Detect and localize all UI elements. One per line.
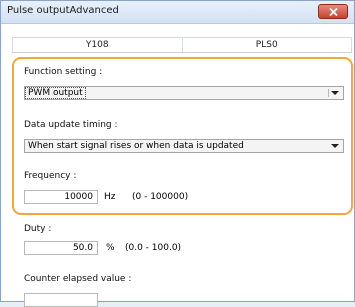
data-update-timing-label: Data update timing :	[24, 120, 118, 130]
title-bar[interactable]: Pulse outputAdvanced	[1, 1, 354, 24]
duty-input[interactable]: 50.0	[24, 241, 98, 255]
tab-pls0[interactable]: PLS0	[182, 37, 352, 52]
tab-y108[interactable]: Y108	[12, 37, 183, 52]
function-setting-label: Function setting :	[24, 67, 103, 77]
duty-unit: %	[106, 243, 115, 253]
close-button[interactable]	[318, 4, 348, 19]
counter-elapsed-label: Counter elapsed value :	[24, 274, 132, 284]
frequency-range: (0 - 100000)	[132, 192, 189, 202]
frequency-unit: Hz	[104, 192, 116, 202]
dialog-window: Pulse outputAdvanced Y108 PLS0 Function …	[0, 0, 355, 307]
function-setting-value: PWM output	[25, 87, 86, 99]
duty-range: (0.0 - 100.0)	[125, 243, 182, 253]
frequency-input[interactable]: 10000	[24, 190, 98, 204]
frequency-label: Frequency :	[24, 171, 77, 181]
function-setting-dropdown[interactable]: PWM output	[24, 86, 344, 100]
tab-strip: Y108 PLS0	[12, 37, 352, 53]
close-icon	[329, 8, 338, 16]
data-update-timing-dropdown[interactable]: When start signal rises or when data is …	[24, 139, 344, 153]
duty-label: Duty :	[24, 224, 52, 234]
dropdown-separator	[328, 89, 329, 97]
data-update-timing-value: When start signal rises or when data is …	[28, 141, 244, 151]
counter-elapsed-input[interactable]	[24, 293, 98, 307]
chevron-down-icon	[331, 144, 339, 148]
chevron-down-icon	[331, 91, 339, 95]
window-title: Pulse outputAdvanced	[7, 5, 119, 16]
